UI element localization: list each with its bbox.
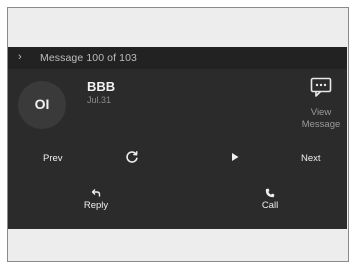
reply-arrow-icon <box>91 189 101 197</box>
view-message-label-2: Message <box>301 119 341 130</box>
view-message-button[interactable]: View Message <box>298 77 344 131</box>
view-message-label-1: View <box>310 107 332 118</box>
message-bubble-icon <box>310 77 332 97</box>
header-bar: › Message 100 of 103 <box>8 47 347 69</box>
audio-screen: › Message 100 of 103 OI BBB Jul.31 View … <box>8 47 347 229</box>
chevron-right-icon[interactable]: › <box>18 51 22 63</box>
reply-label: Reply <box>83 200 109 211</box>
prev-button[interactable]: Prev <box>43 153 63 164</box>
page-title: Message 100 of 103 <box>40 52 137 64</box>
play-icon[interactable] <box>230 152 240 162</box>
refresh-icon[interactable] <box>125 150 139 164</box>
reply-button[interactable]: Reply <box>76 188 116 211</box>
avatar: OI <box>18 81 66 129</box>
next-button[interactable]: Next <box>301 153 321 164</box>
call-button[interactable]: Call <box>250 188 290 211</box>
message-date: Jul.31 <box>87 95 112 105</box>
sender-name: BBB <box>87 79 116 94</box>
call-label: Call <box>261 200 279 211</box>
avatar-initials: OI <box>34 96 50 112</box>
phone-icon <box>265 188 275 198</box>
